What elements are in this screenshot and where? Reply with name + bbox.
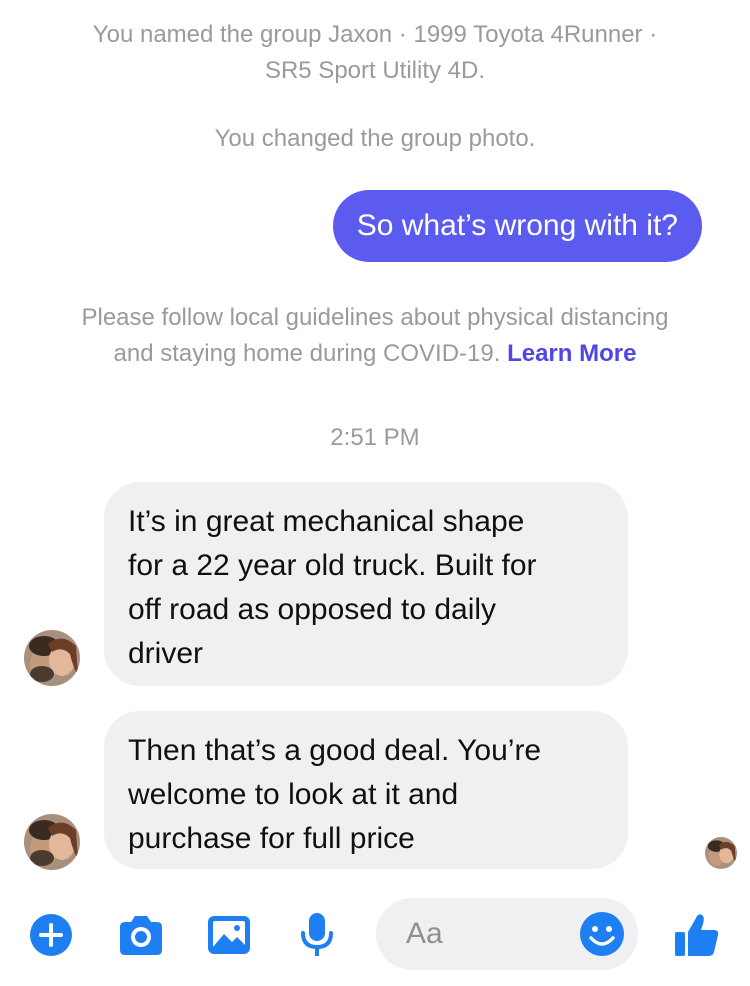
incoming-message-bubble[interactable]: It’s in great mechanical shape for a 22 …	[104, 482, 628, 686]
microphone-icon[interactable]	[292, 910, 342, 960]
message-line: It’s in great mechanical shape	[128, 505, 525, 538]
message-line: Then that’s a good deal. You’re	[128, 734, 542, 767]
read-receipt-avatar	[705, 837, 737, 869]
covid-notice: Please follow local guidelines about phy…	[0, 300, 750, 372]
outgoing-message-bubble[interactable]: So what’s wrong with it?	[332, 190, 702, 262]
message-line: driver	[128, 637, 204, 670]
message-timestamp: 2:51 PM	[330, 424, 420, 451]
sender-avatar[interactable]	[24, 630, 80, 686]
message-line: off road as opposed to daily	[128, 593, 497, 626]
group-named-line2: SR5 Sport Utility 4D.	[264, 57, 486, 84]
message-composer[interactable]	[376, 898, 638, 970]
group-photo-changed-notice: You changed the group photo.	[214, 125, 536, 152]
covid-notice-text: and staying home during COVID-19.	[113, 340, 501, 367]
sender-avatar[interactable]	[24, 814, 80, 870]
covid-notice-line2: and staying home during COVID-19. Learn …	[0, 336, 750, 372]
smiley-icon[interactable]	[578, 910, 626, 958]
group-named-notice: You named the group Jaxon · 1999 Toyota …	[0, 17, 750, 89]
camera-icon[interactable]	[116, 910, 166, 960]
group-named-line1: You named the group Jaxon · 1999 Toyota …	[92, 21, 658, 48]
photo-gallery-icon[interactable]	[204, 910, 254, 960]
thumbs-up-icon[interactable]	[672, 910, 722, 960]
incoming-message-bubble[interactable]: Then that’s a good deal. You’re welcome …	[104, 711, 628, 869]
message-line: purchase for full price	[128, 822, 415, 855]
message-line: for a 22 year old truck. Built for	[128, 549, 537, 582]
covid-notice-line1: Please follow local guidelines about phy…	[81, 304, 669, 331]
plus-icon[interactable]	[26, 910, 76, 960]
learn-more-link[interactable]: Learn More	[507, 340, 636, 367]
message-line: welcome to look at it and	[128, 778, 459, 811]
message-input[interactable]	[406, 898, 586, 970]
